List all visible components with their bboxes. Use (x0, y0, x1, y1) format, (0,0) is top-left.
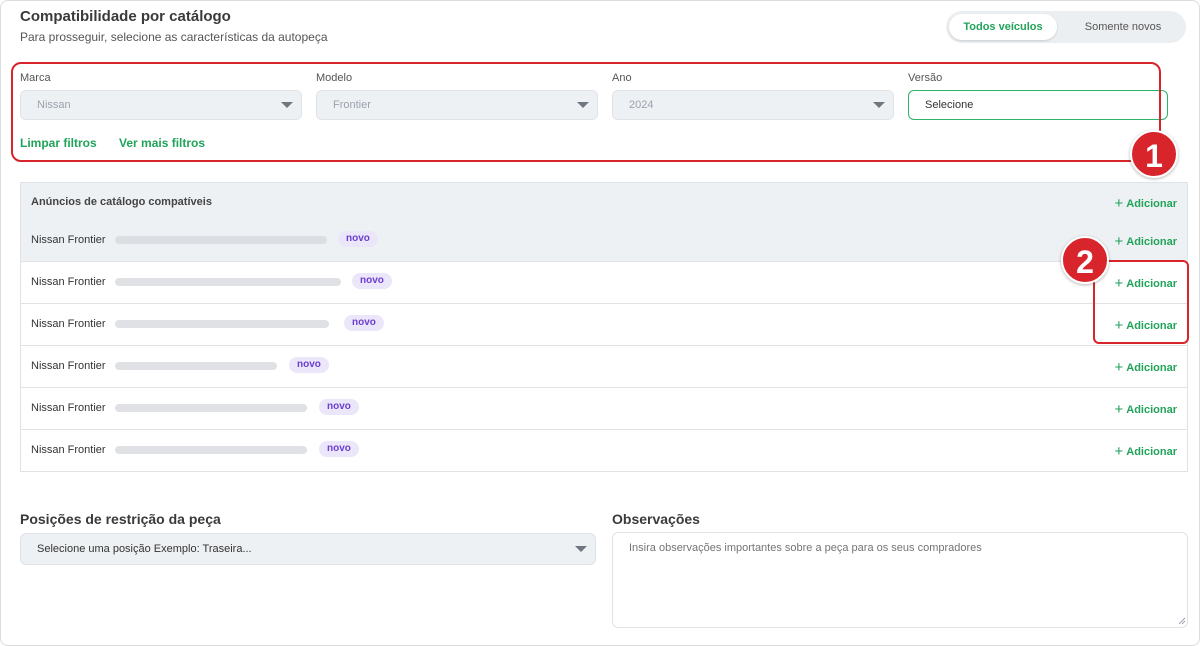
add-row-button[interactable]: + Adicionar (1114, 400, 1178, 418)
table-row: Nissan Frontier novo + Adicionar (21, 304, 1187, 346)
row-vehicle-name: Nissan Frontier (31, 276, 106, 288)
table-row: Nissan Frontier novo + Adicionar (21, 388, 1187, 430)
add-row-button[interactable]: + Adicionar (1114, 232, 1178, 250)
table-row: Nissan Frontier novo + Adicionar (21, 220, 1187, 262)
row-vehicle-name: Nissan Frontier (31, 318, 106, 330)
table-row: Nissan Frontier novo + Adicionar (21, 262, 1187, 304)
new-badge: novo (319, 399, 359, 415)
table-row: Nissan Frontier novo + Adicionar (21, 346, 1187, 388)
table-header: Anúncios de catálogo compatíveis + Adicio… (21, 183, 1187, 221)
redacted-version-text (115, 446, 307, 454)
annotation-badge-1: 1 (1130, 130, 1178, 178)
row-vehicle-name: Nissan Frontier (31, 360, 106, 372)
plus-icon: + (1114, 401, 1124, 418)
row-vehicle-name: Nissan Frontier (31, 402, 106, 414)
add-row-button[interactable]: + Adicionar (1114, 442, 1178, 460)
plus-icon: + (1114, 233, 1124, 250)
compatible-listings-table: Anúncios de catálogo compatíveis + Adicio… (20, 182, 1188, 472)
new-badge: novo (338, 231, 378, 247)
restrictions-title: Posições de restrição da peça (20, 511, 221, 527)
chevron-down-icon (575, 546, 587, 552)
new-badge: novo (352, 273, 392, 289)
redacted-version-text (115, 320, 329, 328)
plus-icon: + (1114, 359, 1124, 376)
add-row-label: Adicionar (1126, 446, 1177, 458)
restriction-position-select[interactable]: Selecione uma posição Exemplo: Traseira.… (20, 533, 596, 565)
add-all-button[interactable]: + Adicionar (1114, 194, 1178, 212)
observations-title: Observações (612, 511, 700, 527)
vehicle-filter-toggle: Todos veículos Somente novos (946, 11, 1186, 43)
annotation-badge-2: 2 (1061, 236, 1109, 284)
redacted-version-text (115, 362, 277, 370)
plus-icon: + (1114, 443, 1124, 460)
new-badge: novo (344, 315, 384, 331)
redacted-version-text (115, 278, 341, 286)
add-row-button[interactable]: + Adicionar (1114, 358, 1178, 376)
toggle-only-new[interactable]: Somente novos (1064, 14, 1182, 40)
plus-icon: + (1114, 195, 1124, 212)
resize-handle-icon[interactable] (1178, 617, 1186, 625)
row-vehicle-name: Nissan Frontier (31, 234, 106, 246)
restriction-position-value: Selecione uma posição Exemplo: Traseira.… (37, 543, 252, 555)
annotation-highlight-filters (11, 62, 1161, 162)
add-row-label: Adicionar (1126, 404, 1177, 416)
annotation-highlight-add-buttons (1093, 260, 1189, 344)
new-badge: novo (319, 441, 359, 457)
add-all-label: Adicionar (1126, 198, 1177, 210)
page-title: Compatibilidade por catálogo (20, 8, 231, 25)
redacted-version-text (115, 404, 307, 412)
row-vehicle-name: Nissan Frontier (31, 444, 106, 456)
observations-textarea[interactable] (612, 532, 1188, 628)
page-subtitle: Para prosseguir, selecione as caracterís… (20, 30, 328, 44)
redacted-version-text (115, 236, 327, 244)
add-row-label: Adicionar (1126, 362, 1177, 374)
table-row: Nissan Frontier novo + Adicionar (21, 430, 1187, 471)
toggle-all-vehicles[interactable]: Todos veículos (949, 14, 1057, 40)
new-badge: novo (289, 357, 329, 373)
add-row-label: Adicionar (1126, 236, 1177, 248)
table-header-title: Anúncios de catálogo compatíveis (31, 196, 212, 208)
